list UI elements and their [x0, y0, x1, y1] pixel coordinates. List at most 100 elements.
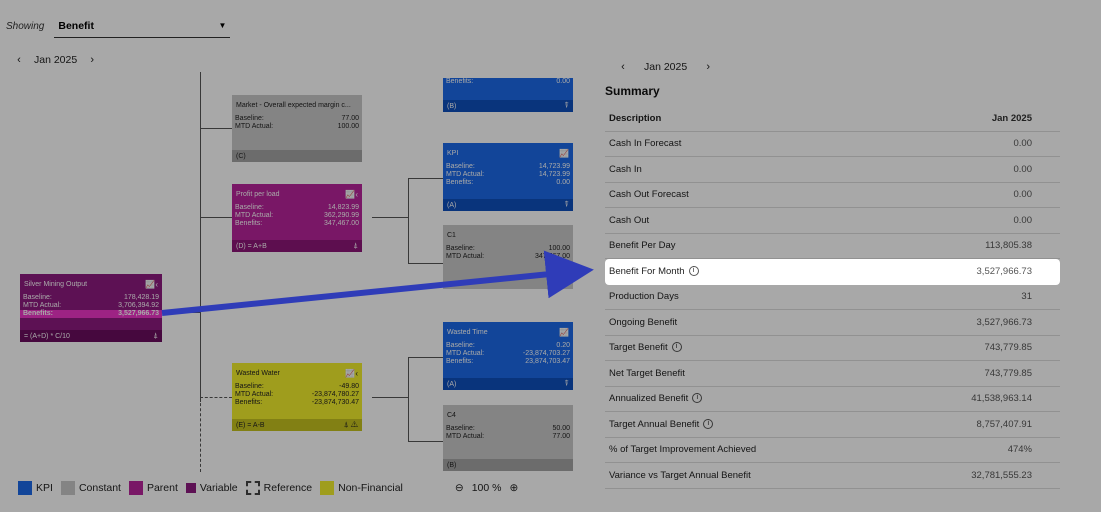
card-row: Baseline: 50.00 [446, 425, 570, 432]
summary-row-value: 0.00 [1013, 189, 1033, 201]
legend-reference: Reference [245, 481, 312, 495]
legend: KPI Constant Parent Variable Reference N… [10, 474, 530, 502]
constant-card-c4[interactable]: C4 Baseline: 50.00 MTD Actual: 77.00 (B) [443, 405, 573, 471]
card-footer: (B) [443, 459, 573, 471]
summary-row-value: 743,779.85 [984, 367, 1032, 379]
chart-collapse-icon[interactable]: 📈‹ [345, 190, 358, 199]
info-icon[interactable]: i [692, 393, 703, 404]
summary-row: Benefit Per Day 113,805.38 [605, 234, 1060, 259]
card-row: Benefits: 0.00 [446, 78, 570, 85]
card-row: MTD Actual: 362,290.99 [235, 212, 359, 219]
summary-row-value: 31 [1021, 291, 1032, 303]
summary-row-value: 0.00 [1013, 214, 1033, 226]
card-row: Baseline: -49.80 [235, 383, 359, 390]
kpi-tree: Benefits: 0.00 (B) ⍒ Market - Overall expe… [0, 72, 600, 472]
tree-connector [200, 128, 232, 129]
variable-card-silver[interactable]: Silver Mining Output 📈‹ Baseline: 178,428.… [20, 274, 162, 342]
zoom-control: ⊖ 100 % ⊕ [451, 482, 522, 494]
summary-row-label: Cash Out Forecast [609, 189, 689, 201]
tree-connector [408, 357, 443, 358]
legend-constant: Constant [60, 481, 121, 495]
summary-row-label-wrap: Production Days [609, 291, 679, 302]
chart-collapse-icon[interactable]: 📈‹ [345, 369, 358, 378]
card-row: Baseline: 14,723.99 [446, 163, 570, 170]
right-month-nav: ‹ Jan 2025 › [616, 61, 715, 73]
summary-row-value: 3,527,966.73 [976, 266, 1032, 278]
card-row: MTD Actual: -23,874,703.27 [446, 350, 570, 357]
summary-row-label: Target Benefit [609, 342, 668, 354]
summary-row: Annualized Benefit i 41,538,963.14 [605, 387, 1060, 412]
card-row: Benefits: 347,467.00 [235, 220, 359, 227]
card-row: Baseline: 77.00 [235, 115, 359, 122]
summary-row: Target Benefit i 743,779.85 [605, 336, 1060, 361]
zoom-level: 100 % [471, 482, 502, 494]
summary-panel: Summary Description Jan 2025 Cash In For… [605, 84, 1060, 489]
card-row-highlighted: Benefits: 3,527,966.73 [20, 310, 162, 318]
summary-row-label: Target Annual Benefit [609, 418, 700, 430]
summary-row: Benefit For Month i 3,527,966.73 [605, 259, 1060, 285]
summary-row-label-wrap: Cash Out Forecast [609, 189, 689, 200]
drill-up-icon[interactable]: ⍋ [153, 331, 158, 341]
chart-icon[interactable]: 📈 [559, 149, 569, 158]
summary-row-label: Cash In [609, 163, 642, 175]
summary-row-label-wrap: Annualized Benefit i [609, 393, 703, 404]
summary-row: % of Target Improvement Achieved 474% [605, 438, 1060, 463]
tree-connector [162, 312, 200, 313]
tree-connector [372, 217, 408, 218]
zoom-out-icon[interactable]: ⊖ [455, 482, 464, 494]
card-row: MTD Actual: 100.00 [235, 123, 359, 130]
next-month-icon[interactable]: › [701, 61, 715, 73]
parent-card-profit[interactable]: Profit per load 📈‹ Baseline: 14,823.99 MTD… [232, 184, 362, 252]
chart-icon[interactable]: 📈 [559, 328, 569, 337]
drill-up-icon[interactable]: ⍋ [353, 241, 358, 251]
showing-selector: Showing Benefit ▼ [6, 14, 231, 38]
constant-card-market[interactable]: Market - Overall expected margin c... Ba… [232, 95, 362, 162]
card-footer: (D) = A+B ⍋ [232, 240, 362, 252]
info-icon[interactable]: i [671, 342, 682, 353]
metric-dropdown[interactable]: Benefit ▼ [54, 14, 231, 38]
summary-row-value: 113,805.38 [985, 240, 1032, 252]
summary-row: Cash Out 0.00 [605, 208, 1060, 234]
prev-month-icon[interactable]: ‹ [12, 54, 26, 66]
summary-row-label-wrap: Cash In [609, 164, 642, 175]
summary-row: Cash Out Forecast 0.00 [605, 183, 1060, 208]
zoom-in-icon[interactable]: ⊕ [509, 482, 518, 494]
summary-row-value: 474% [1007, 444, 1032, 456]
metric-dropdown-value: Benefit [58, 19, 94, 32]
info-icon[interactable]: i [688, 266, 699, 277]
chart-collapse-icon[interactable]: 📈‹ [145, 280, 158, 289]
summary-row-label-wrap: Net Target Benefit [609, 368, 685, 379]
legend-nonfinancial: Non-Financial [320, 481, 403, 495]
drill-icon[interactable]: ⍒ [564, 379, 569, 389]
card-row: MTD Actual: 14,723.99 [446, 171, 570, 178]
card-footer: (E) = A-B ⍋ ⚠ [232, 419, 362, 431]
period-header: Jan 2025 [991, 112, 1032, 124]
tree-connector [408, 441, 443, 442]
tree-connector [372, 397, 408, 398]
kpi-card-b[interactable]: Benefits: 0.00 (B) ⍒ [443, 78, 573, 112]
info-icon[interactable]: i [703, 418, 714, 429]
summary-row-value: 41,538,963.14 [971, 393, 1032, 405]
summary-row: Cash In Forecast 0.00 [605, 132, 1060, 157]
drill-icon[interactable]: ⍒ [564, 200, 569, 210]
card-footer: (A) ⍒ [443, 199, 573, 211]
next-month-icon[interactable]: › [85, 54, 99, 66]
legend-parent: Parent [128, 481, 178, 495]
summary-row-value: 32,781,555.23 [971, 469, 1032, 481]
card-row: Baseline: 14,823.99 [235, 204, 359, 211]
tree-connector [200, 217, 232, 218]
drill-up-warning-icon[interactable]: ⍋ ⚠ [344, 420, 358, 430]
legend-variable: Variable [185, 482, 238, 494]
drill-icon[interactable]: ⍒ [564, 101, 569, 111]
constant-card-c1[interactable]: C1 Baseline: 100.00 MTD Actual: 347,567.00 [443, 225, 573, 289]
kpi-card-a[interactable]: KPI 📈 Baseline: 14,723.99 MTD Actual: 14,72… [443, 143, 573, 211]
prev-month-icon[interactable]: ‹ [616, 61, 630, 73]
parent-swatch [128, 481, 143, 495]
tree-connector [408, 178, 443, 179]
nonfinancial-card-wasted-water[interactable]: Wasted Water 📈‹ Baseline: -49.80 MTD Actua… [232, 363, 362, 431]
card-header: C4 [447, 411, 456, 419]
tree-connector [408, 357, 409, 441]
nonfinancial-swatch [320, 481, 335, 495]
kpi-card-wasted-time[interactable]: Wasted Time 📈 Baseline: 0.20 MTD Actual: -2… [443, 322, 573, 390]
left-month-label: Jan 2025 [34, 54, 78, 66]
